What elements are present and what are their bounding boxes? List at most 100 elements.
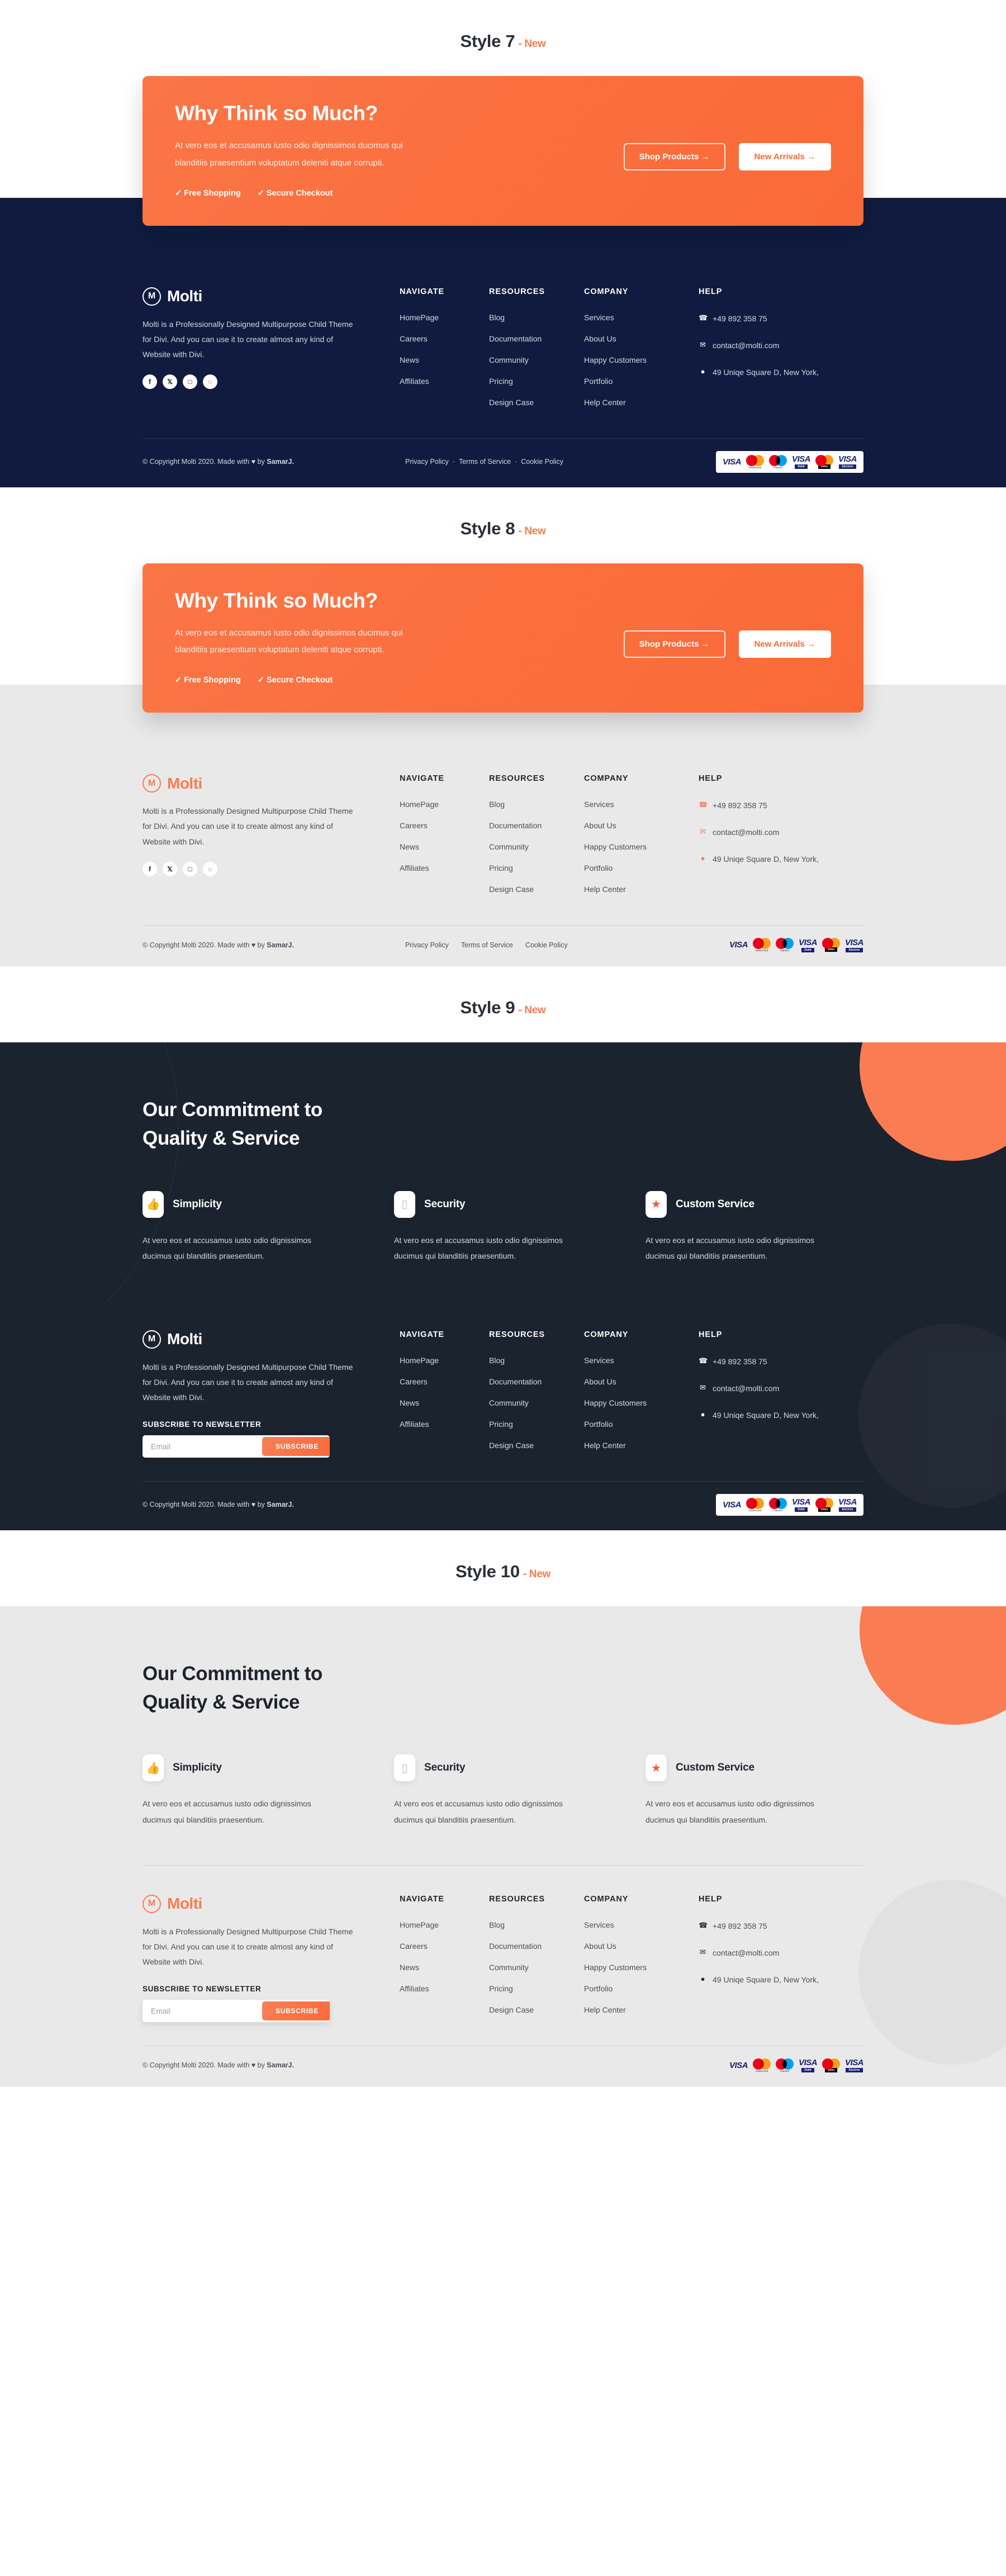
sidebar-item-happy-customers[interactable]: Happy Customers (584, 1963, 699, 1972)
help-address: ● 49 Uniqe Square D, New York, (699, 367, 838, 378)
legal-cookie-policy[interactable]: Cookie Policy (525, 941, 568, 949)
sidebar-item-homepage[interactable]: HomePage (400, 1356, 489, 1365)
feature-name: Simplicity (173, 1762, 222, 1774)
new-arrivals-button[interactable]: New Arrivals → (738, 630, 831, 658)
legal-terms-of-service[interactable]: Terms of Service (459, 458, 511, 466)
sidebar-item-community[interactable]: Community (489, 1398, 584, 1407)
sidebar-item-documentation[interactable]: Documentation (489, 334, 584, 343)
sidebar-item-blog[interactable]: Blog (489, 313, 584, 322)
sidebar-item-community[interactable]: Community (489, 1963, 584, 1972)
footer-logo[interactable]: M Molti (143, 1894, 366, 1913)
feature-name: Custom Service (676, 1198, 754, 1210)
sidebar-item-happy-customers[interactable]: Happy Customers (584, 355, 699, 364)
twitter-x-icon[interactable]: 𝕏 (163, 861, 177, 876)
feature-card-custom-service: ★ Custom Service At vero eos et accusamu… (646, 1754, 862, 1828)
sidebar-item-about-us[interactable]: About Us (584, 1377, 699, 1386)
subscribe-button[interactable]: SUBSCRIBE (262, 2001, 330, 2020)
help-email[interactable]: ✉ contact@molti.com (699, 1383, 838, 1394)
sidebar-item-documentation[interactable]: Documentation (489, 1942, 584, 1951)
sidebar-item-services[interactable]: Services (584, 1920, 699, 1929)
help-email[interactable]: ✉ contact@molti.com (699, 1947, 838, 1959)
dribbble-icon[interactable]: ◌ (203, 374, 217, 390)
sidebar-item-community[interactable]: Community (489, 842, 584, 851)
sidebar-item-pricing[interactable]: Pricing (489, 1984, 584, 1993)
sidebar-item-news[interactable]: News (400, 1963, 489, 1972)
feature-row: 👍 Simplicity At vero eos et accusamus iu… (143, 1754, 863, 1844)
envelope-icon: ✉ (700, 827, 706, 836)
sidebar-item-documentation[interactable]: Documentation (489, 821, 584, 830)
sidebar-item-pricing[interactable]: Pricing (489, 377, 584, 386)
sidebar-item-design-case[interactable]: Design Case (489, 398, 584, 407)
email-input[interactable] (143, 1435, 260, 1458)
footer-logo[interactable]: M Molti (143, 774, 366, 793)
sidebar-item-services[interactable]: Services (584, 313, 699, 322)
sidebar-item-design-case[interactable]: Design Case (489, 885, 584, 894)
sidebar-item-help-center[interactable]: Help Center (584, 885, 699, 894)
sidebar-item-services[interactable]: Services (584, 800, 699, 809)
email-input[interactable] (143, 1999, 260, 2022)
sidebar-item-design-case[interactable]: Design Case (489, 2005, 584, 2014)
sidebar-item-affiliates[interactable]: Affiliates (400, 377, 489, 386)
dribbble-icon[interactable]: ◌ (203, 861, 217, 876)
instagram-icon[interactable]: □ (183, 861, 197, 876)
sidebar-item-news[interactable]: News (400, 355, 489, 364)
sidebar-item-careers[interactable]: Careers (400, 821, 489, 830)
help-phone[interactable]: ☎ +49 892 358 75 (699, 1920, 838, 1932)
legal-terms-of-service[interactable]: Terms of Service (461, 941, 513, 949)
sidebar-item-services[interactable]: Services (584, 1356, 699, 1365)
legal-cookie-policy[interactable]: Cookie Policy (521, 458, 563, 466)
legal-privacy-policy[interactable]: Privacy Policy (405, 458, 449, 466)
sidebar-item-about-us[interactable]: About Us (584, 1942, 699, 1951)
sidebar-item-portfolio[interactable]: Portfolio (584, 377, 699, 386)
help-phone[interactable]: ☎ +49 892 358 75 (699, 800, 838, 812)
sidebar-item-careers[interactable]: Careers (400, 1377, 489, 1386)
help-email[interactable]: ✉ contact@molti.com (699, 827, 838, 838)
new-arrivals-button[interactable]: New Arrivals → (738, 143, 831, 170)
sidebar-item-portfolio[interactable]: Portfolio (584, 864, 699, 872)
sidebar-item-homepage[interactable]: HomePage (400, 1920, 489, 1929)
help-phone[interactable]: ☎ +49 892 358 75 (699, 313, 838, 325)
sidebar-item-about-us[interactable]: About Us (584, 821, 699, 830)
sidebar-item-homepage[interactable]: HomePage (400, 313, 489, 322)
sidebar-item-portfolio[interactable]: Portfolio (584, 1420, 699, 1429)
sidebar-item-help-center[interactable]: Help Center (584, 1441, 699, 1450)
sidebar-item-help-center[interactable]: Help Center (584, 398, 699, 407)
sidebar-item-affiliates[interactable]: Affiliates (400, 864, 489, 872)
sidebar-item-pricing[interactable]: Pricing (489, 864, 584, 872)
sidebar-item-about-us[interactable]: About Us (584, 334, 699, 343)
sidebar-item-affiliates[interactable]: Affiliates (400, 1420, 489, 1429)
newsletter-form: SUBSCRIBE (143, 1435, 330, 1458)
sidebar-item-happy-customers[interactable]: Happy Customers (584, 1398, 699, 1407)
sidebar-item-community[interactable]: Community (489, 355, 584, 364)
help-email[interactable]: ✉ contact@molti.com (699, 340, 838, 352)
sidebar-item-careers[interactable]: Careers (400, 334, 489, 343)
sidebar-item-help-center[interactable]: Help Center (584, 2005, 699, 2014)
sidebar-item-portfolio[interactable]: Portfolio (584, 1984, 699, 1993)
sidebar-item-happy-customers[interactable]: Happy Customers (584, 842, 699, 851)
legal-privacy-policy[interactable]: Privacy Policy (405, 941, 449, 949)
social-links: f 𝕏 □ ◌ (143, 374, 366, 390)
shop-products-button[interactable]: Shop Products → (623, 143, 725, 170)
shop-products-button[interactable]: Shop Products → (623, 630, 725, 658)
sidebar-item-news[interactable]: News (400, 1398, 489, 1407)
sidebar-item-blog[interactable]: Blog (489, 1920, 584, 1929)
facebook-icon[interactable]: f (143, 861, 157, 876)
footer-logo[interactable]: M Molti (143, 1330, 366, 1349)
sidebar-item-design-case[interactable]: Design Case (489, 1441, 584, 1450)
sidebar-item-documentation[interactable]: Documentation (489, 1377, 584, 1386)
sidebar-item-blog[interactable]: Blog (489, 1356, 584, 1365)
sidebar-item-blog[interactable]: Blog (489, 800, 584, 809)
sidebar-item-careers[interactable]: Careers (400, 1942, 489, 1951)
sidebar-item-pricing[interactable]: Pricing (489, 1420, 584, 1429)
twitter-x-icon[interactable]: 𝕏 (163, 374, 177, 390)
footer-logo[interactable]: M Molti (143, 287, 366, 306)
subscribe-button[interactable]: SUBSCRIBE (262, 1436, 330, 1456)
facebook-icon[interactable]: f (143, 374, 157, 390)
sidebar-item-news[interactable]: News (400, 842, 489, 851)
instagram-icon[interactable]: □ (183, 374, 197, 390)
footer-about-text: Molti is a Professionally Designed Multi… (143, 1927, 353, 1967)
help-phone[interactable]: ☎ +49 892 358 75 (699, 1356, 838, 1368)
style-8-heading: Style 8- New (0, 487, 1006, 563)
sidebar-item-affiliates[interactable]: Affiliates (400, 1984, 489, 1993)
sidebar-item-homepage[interactable]: HomePage (400, 800, 489, 809)
